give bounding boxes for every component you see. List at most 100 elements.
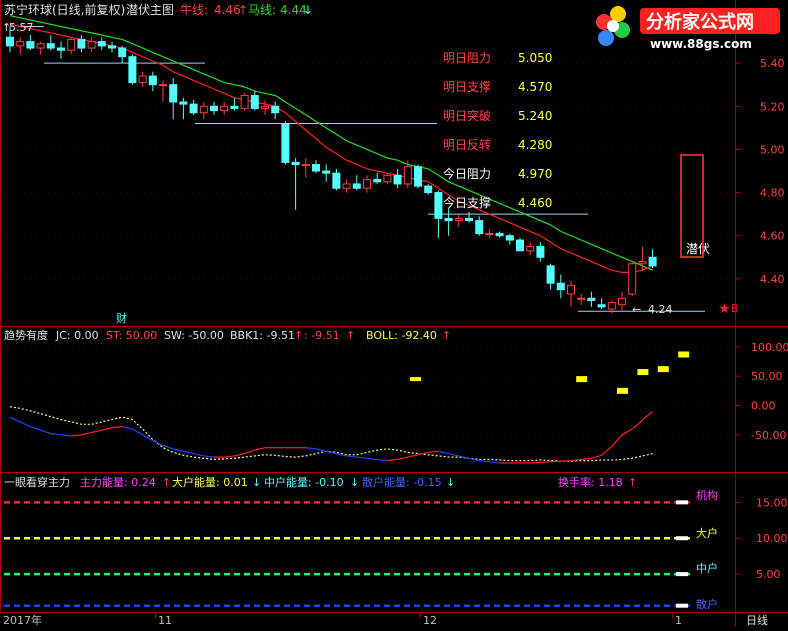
candle-body xyxy=(618,297,626,306)
retail-arrow: ↓ xyxy=(446,476,455,489)
signal-bar xyxy=(678,351,690,358)
main-y-label: 4.60 xyxy=(760,230,785,243)
support-resistance-lines xyxy=(18,25,705,312)
level-value: 4.570 xyxy=(518,80,552,94)
candle xyxy=(16,37,25,55)
candle-body xyxy=(210,105,218,112)
start-marker: ↑ 5.57 xyxy=(2,21,34,34)
candle xyxy=(628,261,637,297)
bbk1-segment xyxy=(203,455,215,458)
level-value: 4.970 xyxy=(518,167,552,181)
candlesticks xyxy=(6,26,657,314)
bbk1-segment xyxy=(111,426,123,429)
x-label-1: 1 xyxy=(675,614,682,627)
large-arrow: ↓ xyxy=(252,476,261,489)
sw-value: SW: -50.00 xyxy=(164,329,224,342)
candle-body xyxy=(46,43,55,49)
candle-body xyxy=(271,105,280,114)
candle-body xyxy=(77,38,86,49)
candle xyxy=(475,216,484,236)
candle-body xyxy=(424,185,433,194)
candle xyxy=(159,80,167,102)
candle-body xyxy=(414,166,422,187)
main-annotations: 财 ← 4.24 潜伏 ★ B xyxy=(116,154,739,325)
candle-body xyxy=(434,192,443,219)
candle-body xyxy=(577,297,586,300)
candle xyxy=(148,71,157,92)
signal-bar xyxy=(410,377,421,382)
candle-body xyxy=(250,95,259,109)
bbk1-segment xyxy=(489,461,500,464)
bbk1-segment xyxy=(621,428,633,436)
bbk1-segment xyxy=(356,456,368,459)
candle xyxy=(454,214,463,228)
candle xyxy=(485,229,494,238)
main-header: 苏宁环球(日线,前复权) 潜伏主图 牛线: 4.46 ↑ 马线: 4.44 ↓ xyxy=(4,2,313,17)
candle-body xyxy=(352,183,361,189)
ma-green-line xyxy=(9,15,653,271)
candle-body xyxy=(16,41,25,47)
logo-url: www.88gs.com xyxy=(650,37,752,51)
start-price: 5.57 xyxy=(9,21,34,34)
bbk1-segment xyxy=(581,457,592,461)
bbk1-segment xyxy=(193,452,204,457)
bot-y-label: 10.00 xyxy=(756,532,788,545)
bbk1-segment xyxy=(254,447,266,451)
boll-line xyxy=(9,406,653,462)
candle xyxy=(36,41,45,55)
candle xyxy=(108,41,116,53)
bbk1-segment xyxy=(224,455,235,458)
candle-body xyxy=(261,105,269,109)
candle-body xyxy=(567,284,575,295)
candle xyxy=(118,45,127,64)
mid-arrow: ↓ xyxy=(350,476,359,489)
stock-chart[interactable]: 4.40 4.60 4.80 5.00 5.20 5.40 100.00 50.00 0.00 -… xyxy=(0,0,788,627)
x-label-2017: 2017年 xyxy=(3,613,42,627)
bbk1-segment xyxy=(244,449,255,455)
bot-y-label: 15.00 xyxy=(756,496,788,509)
bbk1-segment xyxy=(591,454,602,459)
candle-body xyxy=(138,75,147,84)
candle xyxy=(577,293,586,305)
bbk1-segment xyxy=(448,452,459,457)
candle xyxy=(291,158,300,210)
period-button[interactable]: 日线 xyxy=(746,613,768,627)
ma1-value: 4.46 xyxy=(214,3,241,17)
bbk1-segment xyxy=(550,460,561,463)
candle xyxy=(57,41,65,59)
bbk1-value: BBK1: -9.51 xyxy=(230,329,295,342)
tag-cai: 财 xyxy=(116,311,127,325)
candle xyxy=(240,93,249,111)
ma1-label: 牛线: xyxy=(180,2,208,17)
level-value: 4.460 xyxy=(518,196,552,210)
bbk1-segment xyxy=(152,440,164,446)
energy-end-mark xyxy=(676,536,688,541)
level-label: 明日反转 xyxy=(443,137,491,152)
candle xyxy=(179,97,188,120)
bbk1-segment xyxy=(122,426,133,430)
candle-body xyxy=(301,164,310,167)
mid-y-label: 100.00 xyxy=(751,341,788,354)
site-logo: 分析家公式网 www.88gs.com xyxy=(596,6,780,51)
main-force-arrow: ↑ xyxy=(162,476,171,489)
candle xyxy=(342,179,351,193)
y-axis-ticks: 4.40 4.60 4.80 5.00 5.20 5.40 100.00 50.00 0.00 -… xyxy=(735,57,788,581)
signal-bar xyxy=(576,376,588,383)
candle-body xyxy=(403,166,412,185)
energy-end-mark xyxy=(676,603,688,608)
logo-text: 分析家公式网 xyxy=(646,11,754,33)
candle xyxy=(424,183,433,195)
level-label: 明日突破 xyxy=(443,108,491,123)
flower-icon xyxy=(596,6,630,46)
candle-body xyxy=(240,95,249,109)
bbk1-segment xyxy=(305,447,317,450)
boll-value: BOLL: -92.40 xyxy=(366,329,437,342)
mid-y-label: -50.00 xyxy=(751,429,786,442)
candle-body xyxy=(281,123,290,163)
bot-y-label: 5.00 xyxy=(756,568,781,581)
ma1-arrow: ↑ xyxy=(238,3,248,17)
candle xyxy=(128,54,137,85)
candle xyxy=(373,173,382,184)
lurk-tag: 潜伏 xyxy=(686,242,710,256)
label-sanhu: 散户 xyxy=(696,597,718,611)
